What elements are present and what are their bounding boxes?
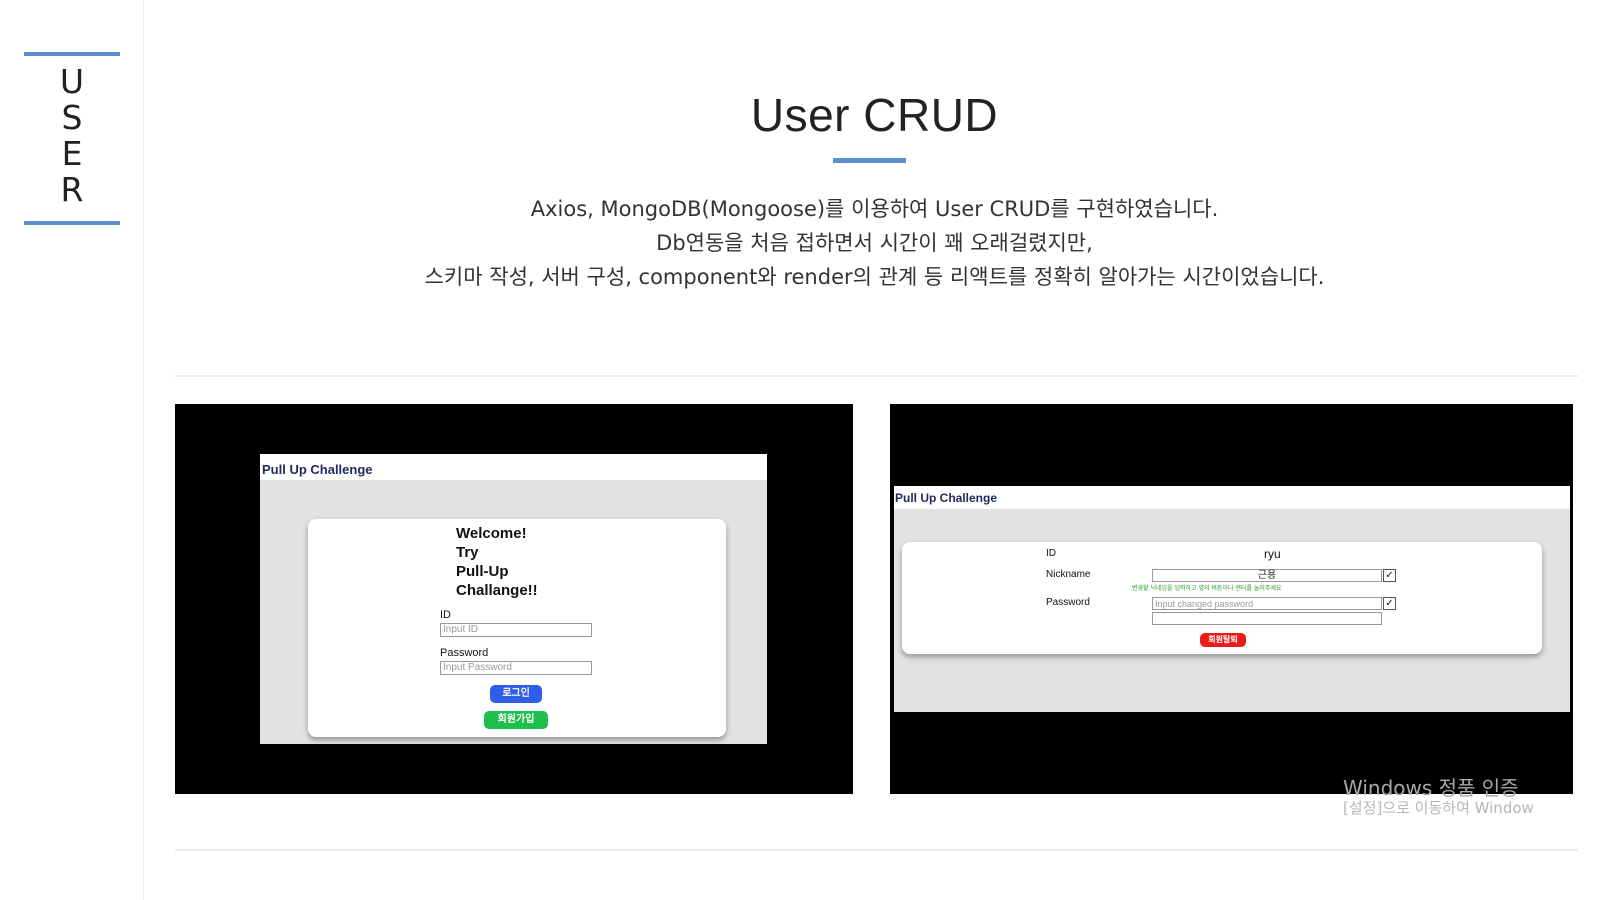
- app-title: Pull Up Challenge: [262, 462, 373, 477]
- profile-screenshot: Pull Up Challenge ID ryu Nickname 근용 ✓ 변…: [890, 404, 1573, 794]
- withdraw-button[interactable]: 회원탈퇴: [1200, 633, 1246, 647]
- description-line: 스키마 작성, 서버 구성, component와 render의 관계 등 리…: [424, 265, 1325, 289]
- password-input[interactable]: Input Password: [440, 661, 592, 675]
- sidebar: U S E R: [0, 0, 144, 900]
- login-screenshot: Pull Up Challenge Welcome! Try Pull-Up C…: [175, 404, 853, 794]
- id-value: ryu: [1264, 547, 1281, 561]
- password-label: Password: [440, 647, 489, 659]
- os-watermark-subtitle: [설정]으로 이동하여 Window: [1343, 799, 1534, 817]
- nickname-hint: 변경할 닉네임을 입력하고 옆의 버튼이나 엔터를 눌러주세요: [1132, 585, 1282, 592]
- id-label: ID: [1046, 548, 1056, 559]
- sidebar-letter: E: [61, 134, 83, 173]
- sidebar-letter: R: [60, 170, 84, 209]
- sidebar-top-line: [24, 52, 120, 56]
- description-line: Db연동을 처음 접하면서 시간이 꽤 오래걸렸지만,: [656, 231, 1093, 255]
- login-app-window: Pull Up Challenge Welcome! Try Pull-Up C…: [260, 454, 767, 744]
- password-label: Password: [1046, 597, 1090, 608]
- welcome-line: Welcome!: [456, 525, 527, 542]
- sidebar-section-label: U S E R: [24, 64, 120, 208]
- description-line: Axios, MongoDB(Mongoose)를 이용하여 User CRUD…: [530, 197, 1219, 221]
- login-card: Welcome! Try Pull-Up Challange!! ID Inpu…: [308, 519, 726, 737]
- password-input[interactable]: Input changed password: [1152, 597, 1382, 610]
- id-input[interactable]: Input ID: [440, 623, 592, 637]
- signup-button[interactable]: 회원가입: [484, 711, 548, 729]
- nickname-input[interactable]: 근용: [1152, 569, 1382, 582]
- divider-top: [175, 375, 1578, 377]
- welcome-line: Challange!!: [456, 582, 538, 599]
- profile-app-window: Pull Up Challenge ID ryu Nickname 근용 ✓ 변…: [894, 486, 1570, 712]
- password-confirm-input[interactable]: [1152, 612, 1382, 625]
- welcome-line: Pull-Up: [456, 563, 509, 580]
- divider-bottom: [175, 849, 1578, 851]
- nickname-label: Nickname: [1046, 569, 1091, 580]
- password-submit-checkbox[interactable]: ✓: [1383, 597, 1396, 610]
- welcome-line: Try: [456, 544, 479, 561]
- nickname-submit-checkbox[interactable]: ✓: [1383, 569, 1396, 582]
- sidebar-bottom-line: [24, 221, 120, 225]
- welcome-text: Welcome! Try Pull-Up Challange!!: [456, 524, 538, 600]
- profile-card: ID ryu Nickname 근용 ✓ 변경할 닉네임을 입력하고 옆의 버튼…: [902, 542, 1542, 654]
- app-header: Pull Up Challenge: [260, 454, 767, 480]
- sidebar-letter: U: [59, 62, 85, 101]
- title-underline: [833, 158, 906, 163]
- description: Axios, MongoDB(Mongoose)를 이용하여 User CRUD…: [143, 192, 1606, 294]
- app-header: Pull Up Challenge: [894, 486, 1570, 509]
- id-label: ID: [440, 609, 451, 621]
- app-title: Pull Up Challenge: [895, 491, 998, 505]
- login-button[interactable]: 로그인: [490, 685, 542, 703]
- page-title: User CRUD: [750, 89, 999, 141]
- sidebar-letter: S: [61, 98, 83, 137]
